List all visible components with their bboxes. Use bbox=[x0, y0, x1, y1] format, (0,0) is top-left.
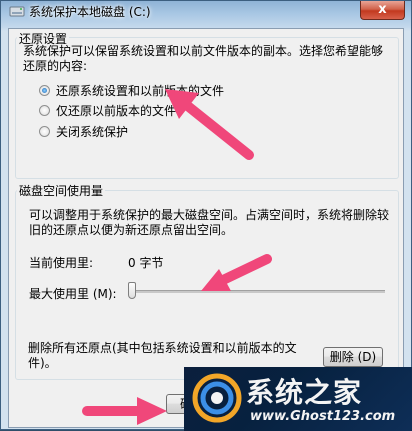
radio-button-selected-icon[interactable] bbox=[39, 84, 50, 96]
radio-restore-files-label: 仅还原以前版本的文件 bbox=[56, 103, 177, 118]
restore-description: 系统保护可以保留系统设置和以前文件版本的副本。选择您希望能够还原的内容: bbox=[23, 44, 384, 73]
radio-turn-off-protection[interactable]: 关闭系统保护 bbox=[39, 123, 128, 139]
max-usage-label: 最大使用里 (M): bbox=[29, 287, 117, 301]
close-button[interactable]: x bbox=[360, 1, 405, 20]
watermark-title: 系统之家 bbox=[246, 376, 363, 409]
watermark-logo-icon bbox=[192, 373, 242, 423]
radio-turn-off-label: 关闭系统保护 bbox=[56, 124, 129, 139]
max-usage-slider-thumb[interactable] bbox=[128, 282, 136, 299]
radio-restore-all-label: 还原系统设置和以前版本的文件 bbox=[56, 83, 225, 98]
radio-restore-all[interactable]: 还原系统设置和以前版本的文件 bbox=[39, 82, 224, 98]
radio-button-icon[interactable] bbox=[39, 125, 50, 137]
current-usage-label: 当前使用里: bbox=[29, 256, 94, 270]
drive-icon bbox=[9, 6, 25, 17]
radio-button-icon[interactable] bbox=[39, 104, 50, 116]
current-usage-value: 0 字节 bbox=[128, 256, 164, 270]
dialog-window: 系统保护本地磁盘 (C:) x 还原设置 系统保护可以保留系统设置和以前文件版本… bbox=[0, 0, 412, 431]
window-title: 系统保护本地磁盘 (C:) bbox=[29, 5, 151, 19]
disk-usage-description: 可以调整用于系统保护的最大磁盘空间。占满空间时，系统将删除较旧的还原点以便为新还… bbox=[29, 208, 390, 237]
delete-button[interactable]: 删除 (D) bbox=[323, 347, 383, 367]
watermark-banner: 系统之家 www.Ghost123.com bbox=[184, 367, 412, 431]
watermark-url: www.Ghost123.com bbox=[250, 409, 396, 424]
max-usage-slider-track[interactable] bbox=[131, 290, 385, 293]
title-bar[interactable]: 系统保护本地磁盘 (C:) x bbox=[1, 1, 411, 23]
radio-restore-files-only[interactable]: 仅还原以前版本的文件 bbox=[39, 102, 176, 118]
disk-usage-title: 磁盘空间使用量 bbox=[17, 182, 106, 199]
